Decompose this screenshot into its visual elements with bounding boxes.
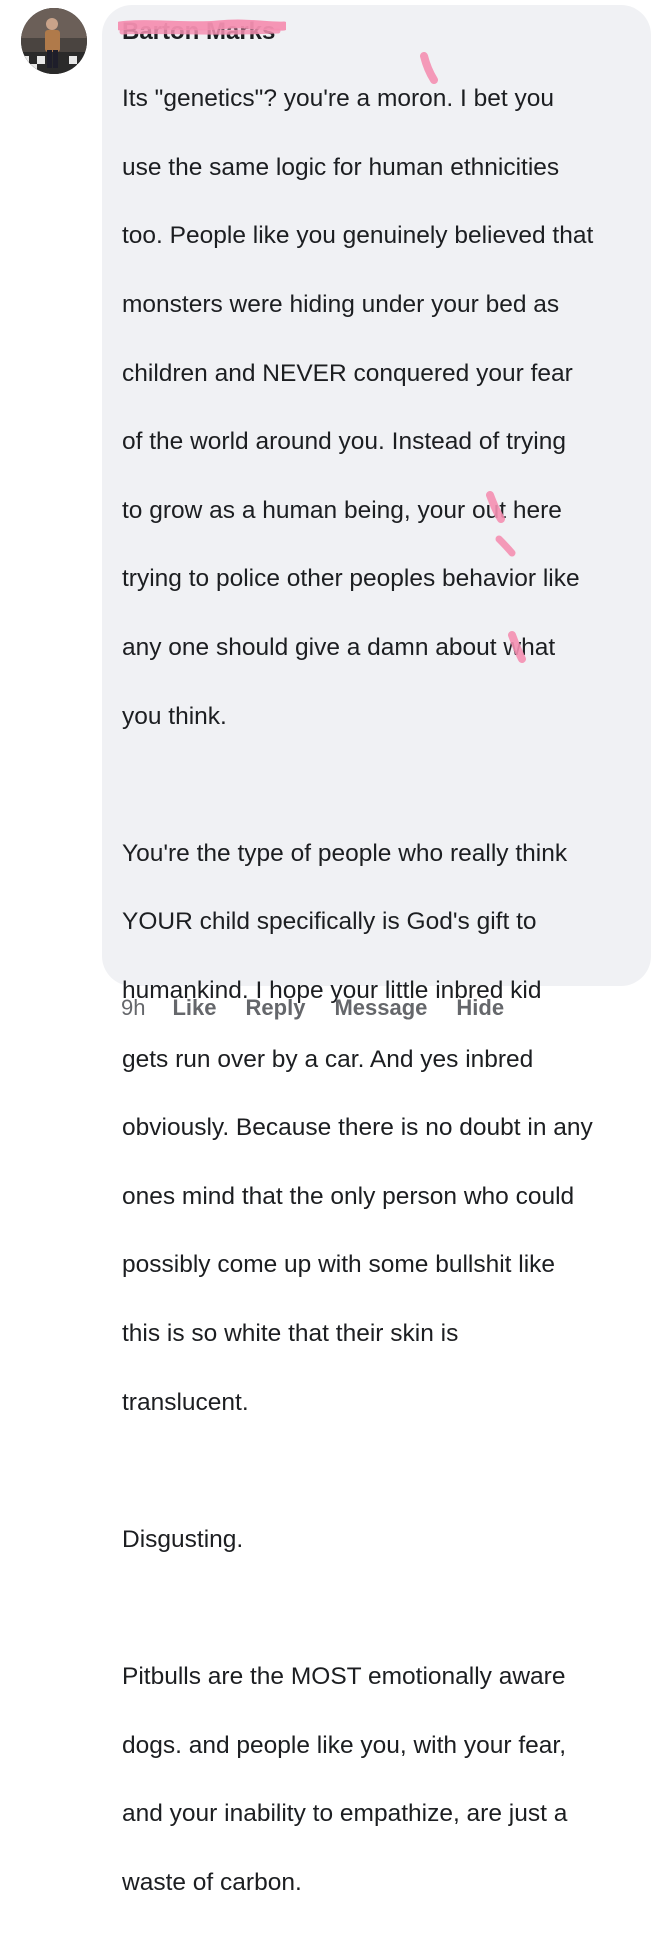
avatar[interactable] xyxy=(21,8,87,74)
reply-button[interactable]: Reply xyxy=(246,995,306,1021)
comment-line: use the same logic for human ethnicities xyxy=(122,153,560,181)
comment-paragraph: You're the type of people who really thi… xyxy=(122,803,633,1455)
comment-line: ones mind that the only person who could xyxy=(122,1182,575,1210)
avatar-photo xyxy=(21,8,87,74)
comment-line: children and NEVER conquered your fear xyxy=(122,359,573,387)
comment-actions: 9h Like Reply Message Hide xyxy=(121,992,533,1024)
comment-bubble: Barton Marks Its "genetics"? you're a mo… xyxy=(102,5,651,1896)
redaction-mark xyxy=(118,19,286,35)
hide-button[interactable]: Hide xyxy=(456,995,504,1021)
comment-line: any one should give a damn about what xyxy=(122,634,556,662)
comment-line: waste of carbon. xyxy=(122,1868,302,1896)
comment-line: obviously. Because there is no doubt in … xyxy=(122,1114,593,1142)
comment-paragraph: Disgusting. xyxy=(122,1488,633,1591)
message-button[interactable]: Message xyxy=(334,995,427,1021)
comment-timestamp[interactable]: 9h xyxy=(121,995,145,1021)
comment-line: You're the type of people who really thi… xyxy=(122,839,568,867)
comment-line: trying to police other peoples behavior … xyxy=(122,565,580,593)
comment-line: too. People like you genuinely believed … xyxy=(122,222,594,250)
comment-line: and your inability to empathize, are jus… xyxy=(122,1800,568,1828)
comment-paragraph: Its "genetics"? you're a moron. I bet yo… xyxy=(122,48,633,768)
comment-line: possibly come up with some bullshit like xyxy=(122,1251,556,1279)
comment-line: this is so white that their skin is xyxy=(122,1319,459,1347)
comment-line: YOUR child specifically is God's gift to xyxy=(122,908,537,936)
comment-line: of the world around you. Instead of tryi… xyxy=(122,428,566,456)
comment-line: Pitbulls are the MOST emotionally aware xyxy=(122,1662,566,1690)
comment-line: dogs. and people like you, with your fea… xyxy=(122,1731,567,1759)
like-button[interactable]: Like xyxy=(172,995,216,1021)
comment-line: monsters were hiding under your bed as xyxy=(122,291,560,319)
comment-line: you think. xyxy=(122,702,227,730)
comment-line: gets run over by a car. And yes inbred xyxy=(122,1045,534,1073)
comment-paragraph: Pitbulls are the MOST emotionally aware … xyxy=(122,1626,633,1934)
comment-line: to grow as a human being, your out here xyxy=(122,496,562,524)
comment-author[interactable]: Barton Marks xyxy=(118,16,286,48)
comment-line: translucent. xyxy=(122,1388,249,1416)
comment-body: Its "genetics"? you're a moron. I bet yo… xyxy=(122,48,633,1934)
comment-line: Its "genetics"? you're a moron. I bet yo… xyxy=(122,85,554,113)
comment-line: Disgusting. xyxy=(122,1525,244,1553)
